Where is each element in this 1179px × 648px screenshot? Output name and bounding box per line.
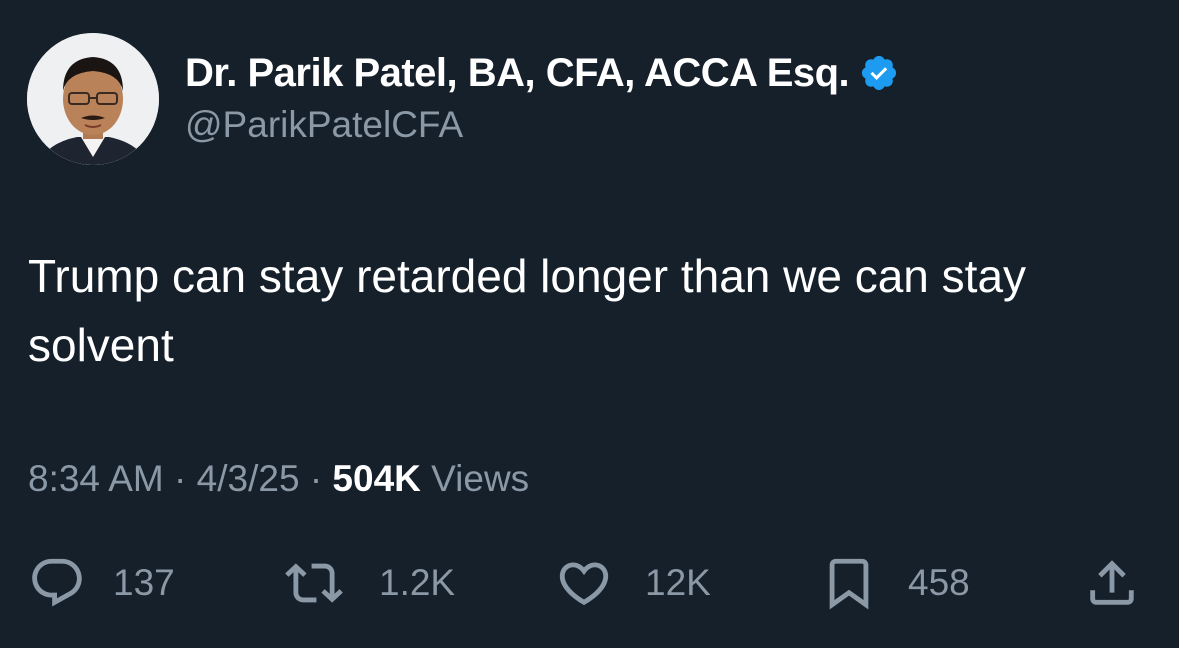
reply-count: 137 <box>113 562 175 603</box>
author-handle[interactable]: @ParikPatelCFA <box>185 104 463 146</box>
meta-separator: · <box>309 458 323 499</box>
tweet-time[interactable]: 8:34 AM <box>28 458 164 499</box>
views-count[interactable]: 504K <box>332 458 420 499</box>
heart-icon <box>559 562 609 606</box>
like-count: 12K <box>645 562 711 603</box>
retweet-count: 1.2K <box>379 562 456 603</box>
bookmark-button[interactable]: 458 <box>820 553 970 613</box>
reply-button[interactable]: 137 <box>28 553 175 613</box>
meta-separator: · <box>174 458 187 499</box>
like-button[interactable]: 12K <box>555 553 711 613</box>
share-icon <box>1090 560 1134 605</box>
author-name-row: Dr. Parik Patel, BA, CFA, ACCA Esq. <box>185 48 899 98</box>
views-label[interactable]: Views <box>431 458 529 499</box>
tweet-text: Trump can stay retarded longer than we c… <box>28 250 1027 371</box>
avatar-portrait-image <box>27 33 159 165</box>
bookmark-count: 458 <box>908 562 970 603</box>
share-button[interactable] <box>1083 553 1141 613</box>
retweet-button[interactable]: 1.2K <box>285 553 455 613</box>
action-bar: 137 1.2K 12K 458 <box>0 553 1179 613</box>
author-display-name[interactable]: Dr. Parik Patel, BA, CFA, ACCA Esq. <box>185 51 850 96</box>
reply-icon <box>32 558 82 607</box>
tweet-date[interactable]: 4/3/25 <box>197 458 300 499</box>
verified-badge-icon[interactable] <box>859 53 899 93</box>
avatar[interactable] <box>27 33 159 165</box>
bookmark-icon <box>829 558 869 610</box>
retweet-icon <box>285 563 343 603</box>
tweet-meta: 8:34 AM · 4/3/25 · 504K Views <box>28 458 529 500</box>
